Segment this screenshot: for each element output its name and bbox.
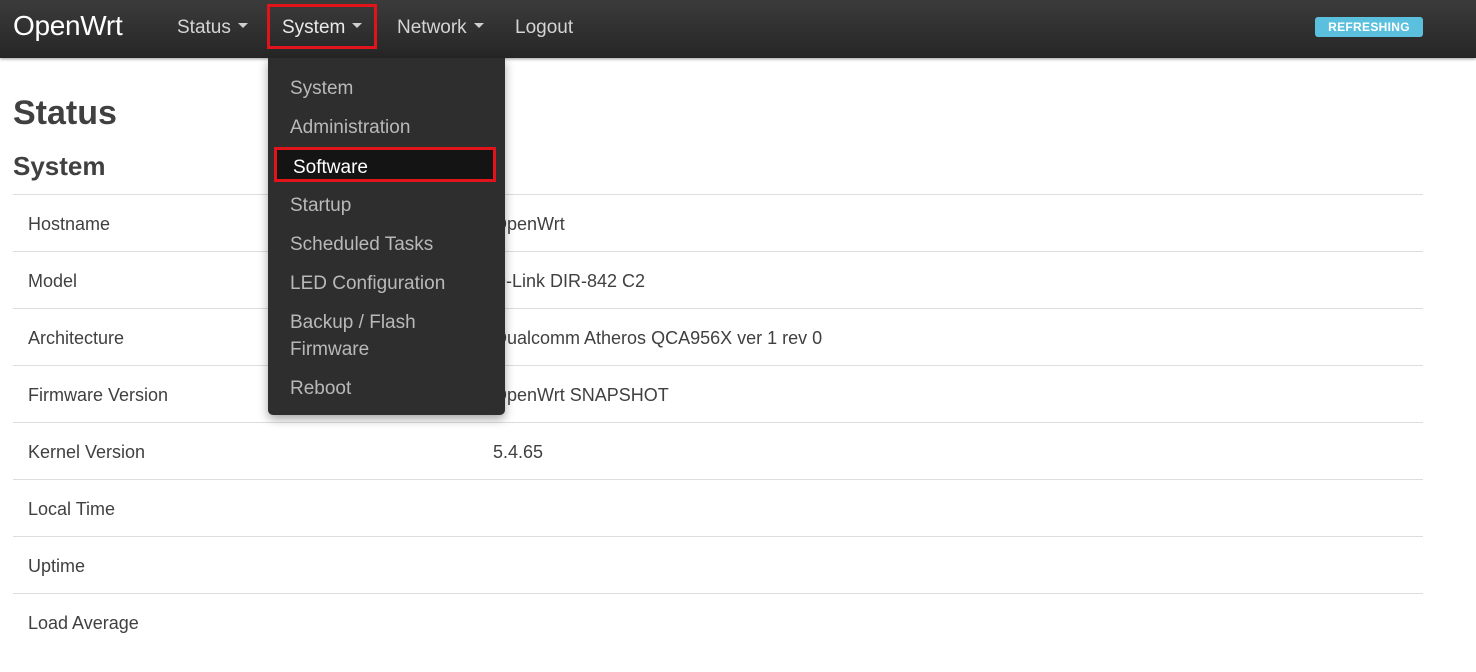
- firmware-version-label: Firmware Version: [28, 385, 169, 405]
- nav-status-label: Status: [177, 17, 231, 38]
- table-row-local-time: Local Time: [13, 480, 1423, 537]
- architecture-value: Qualcomm Atheros QCA956X ver 1 rev 0: [493, 328, 823, 348]
- caret-down-icon: [237, 23, 248, 29]
- menu-item-administration[interactable]: Administration: [290, 114, 490, 141]
- menu-item-backup-flash-firmware[interactable]: Backup / Flash Firmware: [290, 309, 440, 363]
- model-label: Model: [28, 271, 78, 291]
- table-row-hostname: Hostname OpenWrt: [13, 195, 1423, 252]
- menu-item-software[interactable]: Software: [274, 147, 496, 182]
- menu-item-scheduled-tasks[interactable]: Scheduled Tasks: [290, 231, 490, 258]
- menu-item-system[interactable]: System: [290, 75, 490, 102]
- table-row-model: Model D-Link DIR-842 C2: [13, 252, 1423, 309]
- nav-logout-link[interactable]: Logout: [515, 17, 573, 39]
- table-row-architecture: Architecture Qualcomm Atheros QCA956X ve…: [13, 309, 1423, 366]
- table-row-firmware-version: Firmware Version OpenWrt SNAPSHOT: [13, 366, 1423, 423]
- hostname-label: Hostname: [28, 214, 111, 234]
- table-row-load-average: Load Average: [13, 594, 1423, 650]
- kernel-version-label: Kernel Version: [28, 442, 146, 462]
- page-title: Status: [13, 94, 117, 132]
- nav-network-menu[interactable]: Network: [397, 17, 484, 39]
- caret-down-icon: [473, 23, 484, 29]
- system-info-table: Hostname OpenWrt Model D-Link DIR-842 C2…: [13, 194, 1423, 650]
- system-menu-highlight: [267, 4, 377, 49]
- refreshing-badge[interactable]: REFRESHING: [1315, 17, 1423, 37]
- firmware-version-value: OpenWrt SNAPSHOT: [493, 385, 669, 405]
- brand-logo[interactable]: OpenWrt: [13, 10, 123, 42]
- local-time-label: Local Time: [28, 499, 116, 519]
- menu-item-startup[interactable]: Startup: [290, 192, 490, 219]
- menu-item-led-configuration[interactable]: LED Configuration: [290, 270, 490, 297]
- model-value: D-Link DIR-842 C2: [493, 271, 646, 291]
- top-navbar: OpenWrt Status System Network Logout REF…: [0, 0, 1476, 58]
- system-dropdown-menu: System Administration Software Startup S…: [268, 58, 505, 415]
- nav-status-menu[interactable]: Status: [177, 17, 248, 39]
- load-average-label: Load Average: [28, 613, 139, 633]
- table-row-uptime: Uptime: [13, 537, 1423, 594]
- section-title: System: [13, 151, 106, 181]
- table-row-kernel-version: Kernel Version 5.4.65: [13, 423, 1423, 480]
- kernel-version-value: 5.4.65: [493, 442, 544, 462]
- uptime-label: Uptime: [28, 556, 86, 576]
- menu-item-reboot[interactable]: Reboot: [290, 375, 490, 402]
- architecture-label: Architecture: [28, 328, 125, 348]
- nav-network-label: Network: [397, 17, 467, 38]
